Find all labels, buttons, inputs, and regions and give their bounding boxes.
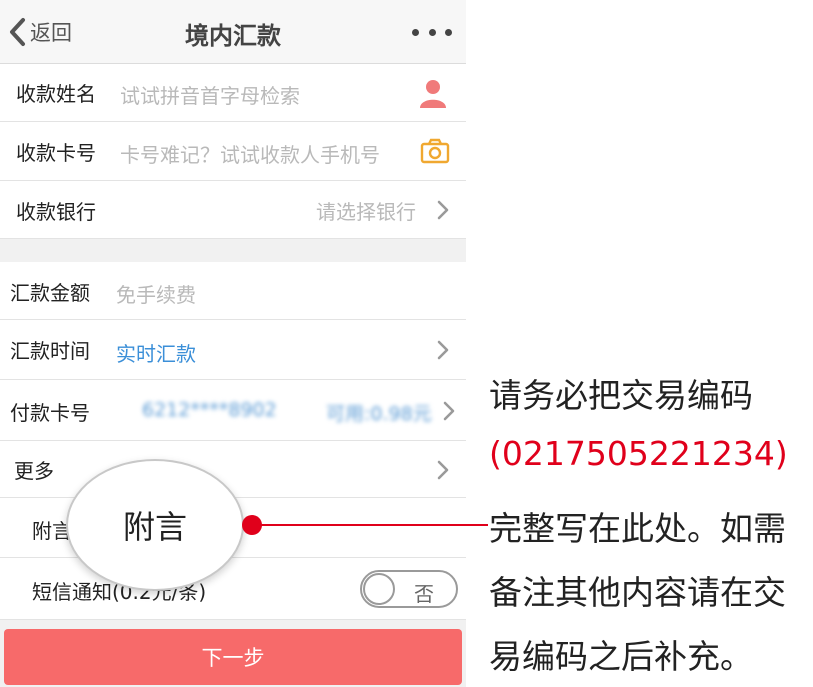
instruction-line-1: 请务必把交易编码 <box>489 376 753 415</box>
remark-callout-bubble: 附言 <box>66 459 244 591</box>
more-options-label: 更多 <box>14 459 54 483</box>
payee-bank-label: 收款银行 <box>16 200 96 224</box>
instruction-line-5: 易编码之后补充。 <box>489 637 753 676</box>
remit-time-row[interactable]: 汇款时间 实时汇款 <box>0 320 466 380</box>
payee-bank-select[interactable]: 请选择银行 <box>316 196 416 225</box>
chevron-right-icon <box>437 340 449 360</box>
sms-toggle[interactable]: 否 <box>360 570 458 608</box>
payer-card-label: 付款卡号 <box>10 401 90 425</box>
remit-time-value: 实时汇款 <box>116 342 196 366</box>
payee-card-input[interactable]: 卡号难记？试试收款人手机号 <box>120 139 380 168</box>
page-title: 境内汇款 <box>185 22 281 50</box>
payer-card-balance: 可用:0.98元 <box>326 403 432 425</box>
payer-card-row[interactable]: 付款卡号 6212****8902 可用:0.98元 <box>0 380 466 441</box>
chevron-right-icon <box>437 200 449 220</box>
toggle-label: 否 <box>414 582 434 606</box>
amount-row[interactable]: 汇款金额 免手续费 <box>0 262 466 320</box>
payee-name-row[interactable]: 收款姓名 试试拼音首字母检索 <box>0 64 466 122</box>
payee-name-input[interactable]: 试试拼音首字母检索 <box>120 80 300 109</box>
instruction-line-3: 完整写在此处。如需 <box>489 509 786 548</box>
next-step-button[interactable]: 下一步 <box>4 629 462 685</box>
more-menu-button[interactable] <box>412 20 452 44</box>
payer-card-number: 6212****8902 <box>142 399 277 421</box>
more-dot-icon <box>412 28 419 36</box>
transaction-code: (02175052212​34) <box>489 434 788 473</box>
payee-bank-row[interactable]: 收款银行 请选择银行 <box>0 181 466 239</box>
more-dot-icon <box>428 28 436 36</box>
payee-card-row[interactable]: 收款卡号 卡号难记？试试收款人手机号 <box>0 122 466 181</box>
nav-bar: 返回 境内汇款 <box>0 0 466 64</box>
callout-label: 附言 <box>122 508 187 546</box>
chevron-right-icon <box>437 460 449 480</box>
callout-pointer <box>242 515 488 535</box>
more-options-row[interactable]: 更多 <box>0 441 466 498</box>
payee-card-label: 收款卡号 <box>16 141 96 165</box>
remit-time-label: 汇款时间 <box>10 339 90 363</box>
amount-label: 汇款金额 <box>10 281 90 305</box>
contact-icon[interactable] <box>418 77 448 109</box>
payee-name-label: 收款姓名 <box>16 82 96 106</box>
toggle-knob <box>363 573 395 605</box>
chevron-right-icon <box>443 401 455 421</box>
instruction-line-4: 备注其他内容请在交 <box>489 573 786 612</box>
phone-screen: 返回 境内汇款 收款姓名 试试拼音首字母检索 收款卡号 卡号难记？试试收款人手机… <box>0 0 466 687</box>
more-dot-icon <box>445 28 452 36</box>
amount-input[interactable]: 免手续费 <box>116 279 196 308</box>
camera-icon[interactable] <box>420 138 450 164</box>
